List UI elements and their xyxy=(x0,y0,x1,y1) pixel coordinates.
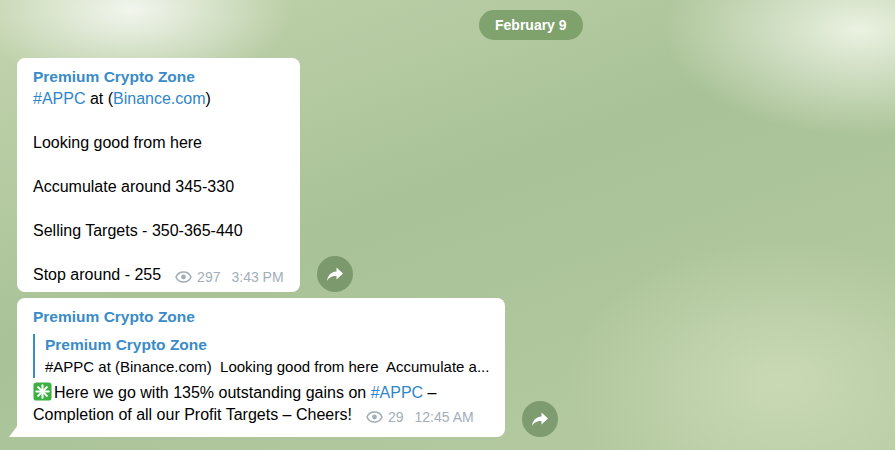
text-segment: ) xyxy=(206,90,211,107)
forward-arrow-icon xyxy=(531,411,549,427)
view-count: 297 xyxy=(197,266,220,288)
asterisk-emoji-icon xyxy=(33,382,52,401)
chat-area: February 9Premium Crypto Zone#APPC at (B… xyxy=(0,0,895,437)
text-line: Here we go with 135% outstanding gains o… xyxy=(33,382,489,404)
forward-arrow-icon xyxy=(326,266,344,282)
text-segment: Accumulate around 345-330 xyxy=(33,178,234,195)
view-count: 29 xyxy=(388,406,404,428)
text-line: Completion of all our Profit Targets – C… xyxy=(33,404,489,428)
text-line: #APPC at (Binance.com) xyxy=(33,88,284,110)
text-line: Looking good from here xyxy=(33,132,284,154)
text-segment: at ( xyxy=(85,90,113,107)
message-time: 12:45 AM xyxy=(415,406,474,428)
text-segment: – xyxy=(423,384,436,401)
sender-name[interactable]: Premium Crypto Zone xyxy=(33,306,489,328)
message-row: Premium Crypto Zone#APPC at (Binance.com… xyxy=(17,58,895,292)
reply-text: #APPC at (Binance.com) Looking good from… xyxy=(45,356,489,378)
text-line: Stop around - 255 297 3:43 PM xyxy=(33,264,284,288)
reply-quote[interactable]: Premium Crypto Zone#APPC at (Binance.com… xyxy=(33,334,489,378)
eye-icon xyxy=(366,411,383,423)
text-segment: Here we go with 135% outstanding gains o… xyxy=(54,384,371,401)
hashtag-link[interactable]: #APPC xyxy=(33,90,85,107)
message-text: #APPC at (Binance.com) Looking good from … xyxy=(33,88,284,288)
text-line: Selling Targets - 350-365-440 xyxy=(33,220,284,242)
text-line: Accumulate around 345-330 xyxy=(33,176,284,198)
text-segment: Stop around - 255 xyxy=(33,266,161,283)
sender-name[interactable]: Premium Crypto Zone xyxy=(33,66,284,88)
text-segment: Completion of all our Profit Targets – C… xyxy=(33,406,352,423)
hashtag-link[interactable]: #APPC xyxy=(371,384,423,401)
forward-button[interactable] xyxy=(522,401,558,437)
message-time: 3:43 PM xyxy=(231,266,283,288)
message-bubble: Premium Crypto ZonePremium Crypto Zone#A… xyxy=(17,298,505,437)
text-segment: Selling Targets - 350-365-440 xyxy=(33,222,243,239)
reply-sender: Premium Crypto Zone xyxy=(45,334,489,356)
date-pill: February 9 xyxy=(479,10,583,40)
message-row: Premium Crypto ZonePremium Crypto Zone#A… xyxy=(17,298,895,437)
message-meta: 297 3:43 PM xyxy=(175,266,284,288)
forward-button[interactable] xyxy=(317,256,353,292)
message-text: Here we go with 135% outstanding gains o… xyxy=(33,382,489,428)
message-meta: 29 12:45 AM xyxy=(366,406,474,428)
text-segment: Looking good from here xyxy=(33,134,202,151)
message-bubble: Premium Crypto Zone#APPC at (Binance.com… xyxy=(17,58,300,292)
eye-icon xyxy=(175,271,192,283)
hashtag-link[interactable]: Binance.com xyxy=(113,90,206,107)
